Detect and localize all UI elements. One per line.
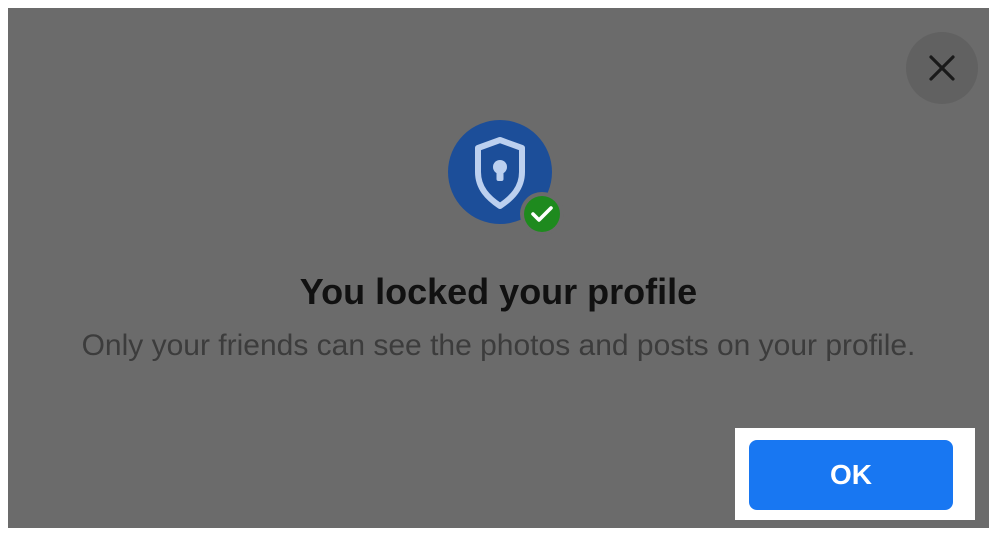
close-icon bbox=[929, 55, 955, 81]
close-button[interactable] bbox=[906, 32, 978, 104]
locked-profile-dialog: You locked your profile Only your friend… bbox=[8, 8, 989, 528]
check-icon bbox=[520, 192, 564, 236]
dialog-description: Only your friends can see the photos and… bbox=[81, 329, 916, 362]
ok-button-highlight: OK bbox=[735, 428, 975, 520]
profile-lock-badge bbox=[448, 120, 566, 238]
dialog-title: You locked your profile bbox=[299, 271, 698, 312]
ok-button[interactable]: OK bbox=[749, 440, 953, 510]
